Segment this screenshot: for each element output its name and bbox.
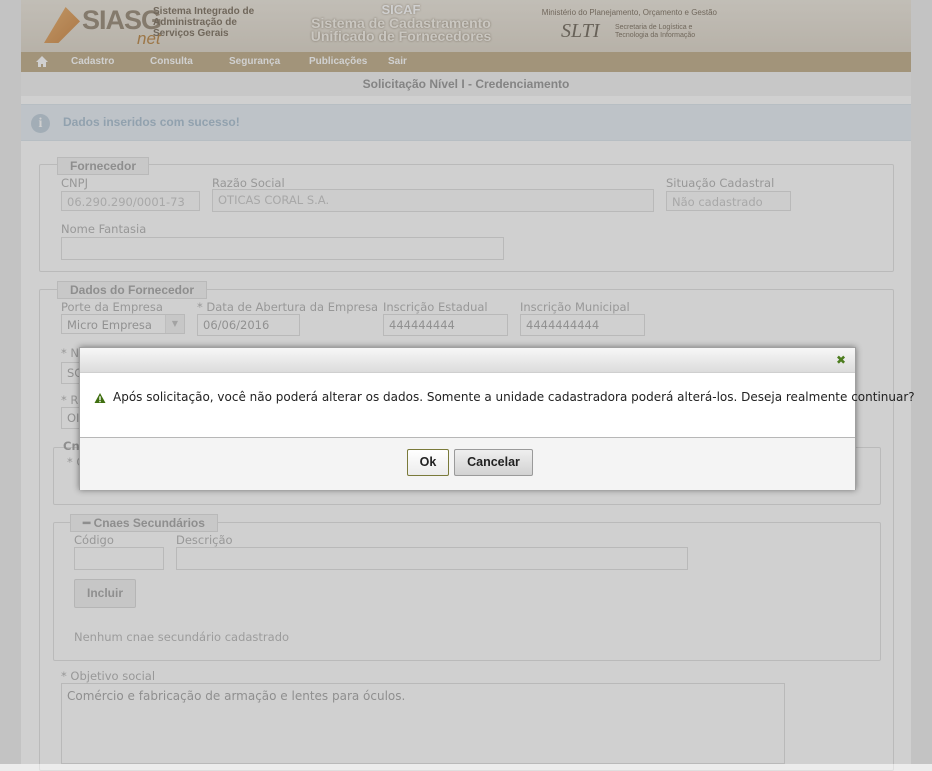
- dialog-footer: Ok Cancelar: [80, 437, 855, 490]
- warning-icon: [94, 393, 106, 403]
- ok-button[interactable]: Ok: [407, 449, 449, 476]
- close-icon[interactable]: ✖: [834, 353, 848, 367]
- dialog-message: Após solicitação, você não poderá altera…: [113, 390, 915, 404]
- confirm-dialog: ✖ Após solicitação, você não poderá alte…: [79, 347, 915, 490]
- cancel-button[interactable]: Cancelar: [454, 449, 533, 476]
- dialog-titlebar[interactable]: ✖: [80, 348, 855, 373]
